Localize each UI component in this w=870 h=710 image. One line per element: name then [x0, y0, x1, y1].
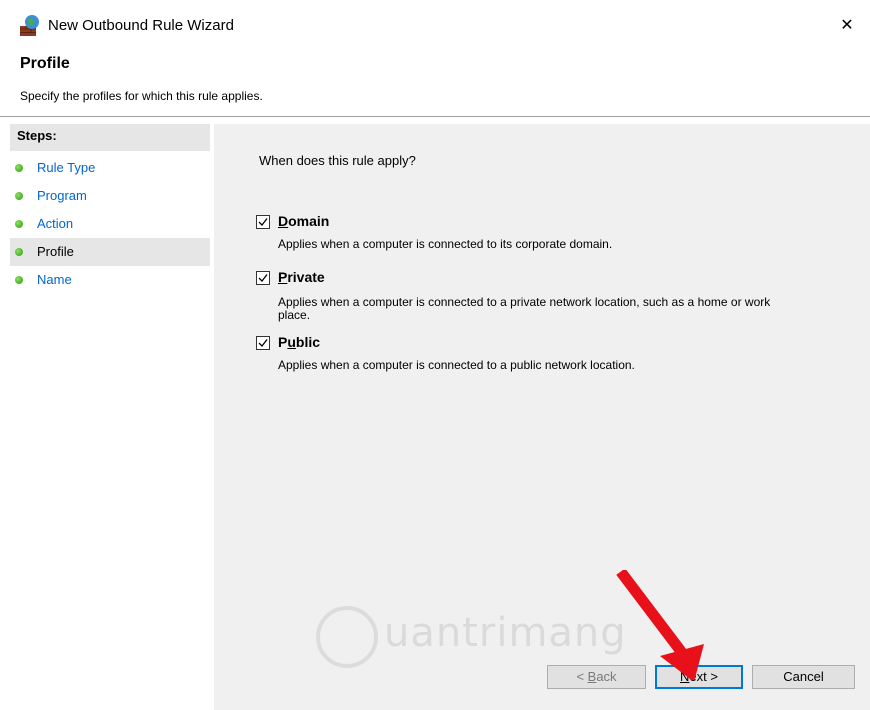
firewall-icon	[18, 14, 42, 38]
public-label[interactable]: Public	[278, 334, 320, 350]
green-dot-icon	[15, 276, 23, 284]
green-dot-icon	[15, 192, 23, 200]
step-program[interactable]: Program	[10, 182, 210, 210]
question-text: When does this rule apply?	[259, 153, 416, 168]
next-button[interactable]: Next >	[655, 665, 743, 689]
watermark-text: uantrimang	[384, 610, 627, 656]
wizard-window: New Outbound Rule Wizard ✕ Profile Speci…	[0, 0, 870, 710]
step-label: Name	[37, 272, 72, 287]
back-button[interactable]: < Back	[547, 665, 646, 689]
step-rule-type[interactable]: Rule Type	[10, 154, 210, 182]
title-bar: New Outbound Rule Wizard ✕	[0, 0, 870, 54]
public-description: Applies when a computer is connected to …	[278, 358, 635, 372]
domain-label[interactable]: Domain	[278, 213, 329, 229]
green-dot-icon	[15, 248, 23, 256]
green-dot-icon	[15, 220, 23, 228]
step-label: Profile	[37, 244, 74, 259]
header-divider	[0, 116, 870, 117]
domain-description: Applies when a computer is connected to …	[278, 237, 613, 251]
check-icon	[258, 218, 268, 226]
public-checkbox[interactable]	[256, 336, 270, 350]
check-icon	[258, 274, 268, 282]
step-name[interactable]: Name	[10, 266, 210, 294]
lightbulb-icon	[316, 606, 378, 668]
close-icon: ✕	[840, 17, 854, 34]
private-checkbox[interactable]	[256, 271, 270, 285]
check-icon	[258, 339, 268, 347]
step-label: Action	[37, 216, 74, 231]
window-title: New Outbound Rule Wizard	[48, 17, 234, 34]
cancel-button[interactable]: Cancel	[752, 665, 855, 689]
steps-heading: Steps:	[10, 124, 210, 151]
page-title: Profile	[20, 55, 70, 72]
private-label[interactable]: Private	[278, 269, 325, 285]
domain-checkbox[interactable]	[256, 215, 270, 229]
close-button[interactable]: ✕	[824, 5, 870, 45]
page-subtitle: Specify the profiles for which this rule…	[20, 89, 263, 103]
step-action[interactable]: Action	[10, 210, 210, 238]
step-label: Rule Type	[37, 160, 96, 175]
step-profile: Profile	[10, 238, 210, 266]
content-panel: When does this rule apply? Domain Applie…	[214, 124, 870, 710]
private-description: Applies when a computer is connected to …	[278, 295, 771, 322]
steps-pane: Steps: Rule Type Program Action Profile …	[10, 124, 210, 710]
green-dot-icon	[15, 164, 23, 172]
step-label: Program	[37, 188, 87, 203]
